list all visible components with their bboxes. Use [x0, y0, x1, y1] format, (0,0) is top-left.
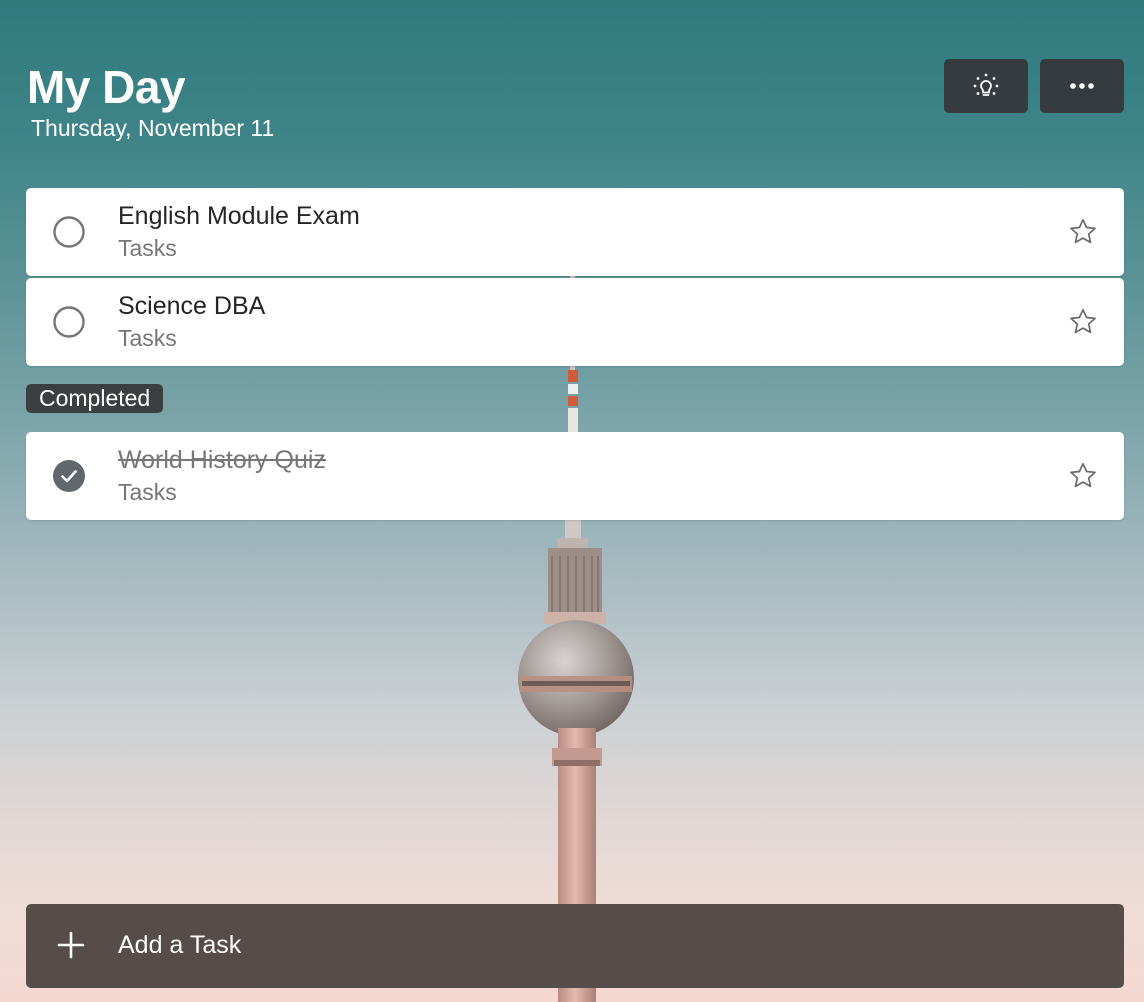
page-date: Thursday, November 11: [31, 115, 275, 141]
add-task-placeholder: Add a Task: [118, 931, 242, 959]
task-list-name: Tasks: [118, 235, 177, 261]
task-title: English Module Exam: [118, 202, 360, 230]
completed-section-toggle[interactable]: Completed: [26, 384, 164, 413]
task-list-name: Tasks: [118, 479, 177, 505]
star-icon[interactable]: [1068, 217, 1098, 247]
add-task-input[interactable]: Add a Task: [26, 904, 1124, 988]
task-list-name: Tasks: [118, 325, 177, 351]
complete-checkbox[interactable]: [52, 305, 86, 339]
more-options-button[interactable]: [1040, 59, 1124, 113]
task-item[interactable]: Science DBA Tasks: [26, 278, 1124, 366]
star-icon[interactable]: [1068, 307, 1098, 337]
page-title: My Day: [27, 61, 186, 113]
more-icon: [1070, 83, 1094, 89]
completed-task-item[interactable]: World History Quiz Tasks: [26, 432, 1124, 520]
my-day-window: My Day Thursday, November 11 English Mod…: [0, 0, 1144, 1002]
checked-circle-icon[interactable]: [52, 459, 86, 493]
lightbulb-icon: [973, 73, 999, 96]
star-icon[interactable]: [1068, 461, 1098, 491]
task-item[interactable]: English Module Exam Tasks: [26, 188, 1124, 276]
plus-icon: [57, 931, 85, 959]
complete-checkbox[interactable]: [52, 215, 86, 249]
suggestions-button[interactable]: [944, 59, 1028, 113]
task-title: Science DBA: [118, 292, 266, 320]
task-title: World History Quiz: [118, 446, 326, 474]
